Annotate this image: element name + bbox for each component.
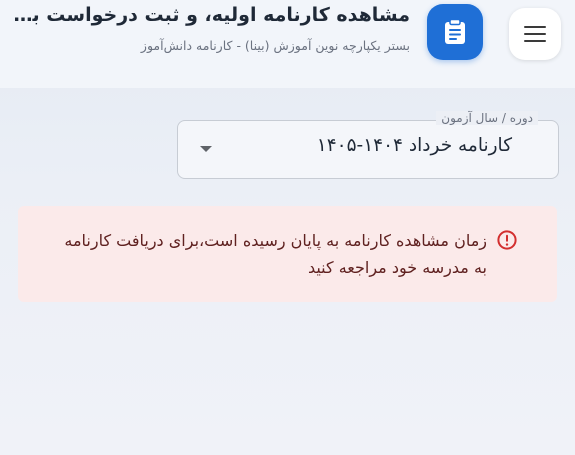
app-header: مشاهده کارنامه اولیه، و ثبت درخواست بر..… — [0, 0, 575, 88]
report-card-button[interactable] — [427, 4, 483, 60]
term-select-label: دوره / سال آزمون — [436, 111, 538, 125]
term-select-value: کارنامه خرداد ۱۴۰۴-۱۴۰۵ — [316, 135, 512, 156]
page-subtitle: بستر یکپارچه نوین آموزش (بینا) - کارنامه… — [140, 38, 410, 53]
menu-button[interactable] — [509, 8, 561, 60]
page-title: مشاهده کارنامه اولیه، و ثبت درخواست بر..… — [10, 4, 410, 26]
alert-message: زمان مشاهده کارنامه به پایان رسیده است،ب… — [64, 231, 487, 277]
error-alert: زمان مشاهده کارنامه به پایان رسیده است،ب… — [18, 206, 557, 302]
term-select[interactable]: دوره / سال آزمون کارنامه خرداد ۱۴۰۴-۱۴۰۵ — [177, 111, 559, 179]
chevron-down-icon[interactable] — [200, 146, 212, 152]
clipboard-icon — [445, 19, 465, 44]
error-circle-icon — [497, 230, 517, 250]
menu-icon — [524, 26, 546, 43]
